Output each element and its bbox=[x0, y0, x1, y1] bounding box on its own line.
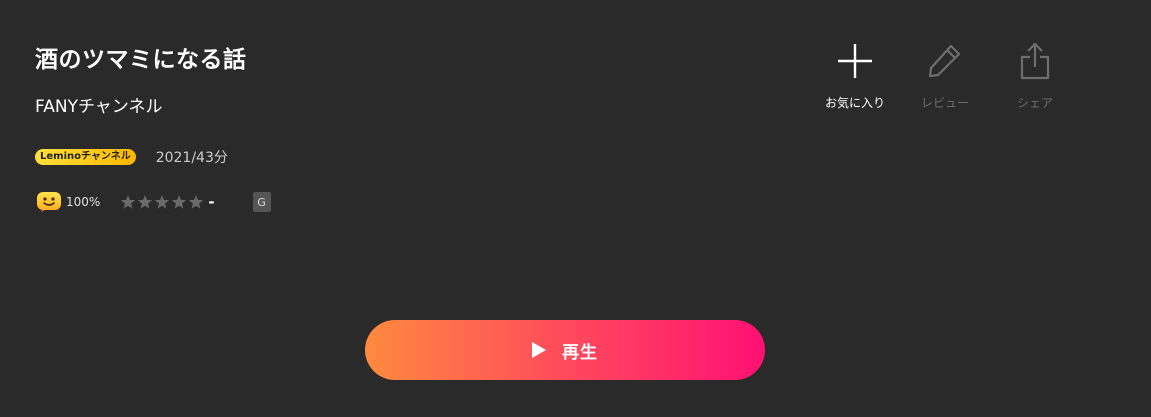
share-icon bbox=[1020, 42, 1050, 80]
review-label: レビュー bbox=[920, 96, 969, 110]
share-button[interactable]: シェア bbox=[1000, 40, 1070, 111]
star-icon bbox=[155, 195, 170, 209]
rating-row: 100% - G bbox=[35, 188, 271, 216]
review-button[interactable]: レビュー bbox=[910, 40, 980, 111]
star-icon bbox=[189, 195, 204, 209]
play-icon bbox=[532, 342, 546, 358]
play-button[interactable]: 再生 bbox=[365, 320, 765, 380]
favorite-label: お気に入り bbox=[824, 96, 885, 110]
star-rating bbox=[120, 194, 205, 210]
star-icon bbox=[172, 195, 187, 209]
meta-row: Leminoチャンネル 2021/43分 bbox=[35, 146, 228, 168]
favorite-button[interactable]: お気に入り bbox=[820, 40, 890, 111]
lemino-channel-badge: Leminoチャンネル bbox=[35, 149, 136, 165]
pencil-icon bbox=[928, 44, 961, 78]
share-label: シェア bbox=[1016, 96, 1053, 110]
star-icon bbox=[121, 195, 136, 209]
age-rating-badge: G bbox=[252, 192, 271, 212]
smiley-face-icon bbox=[37, 192, 61, 212]
plus-icon bbox=[838, 44, 872, 78]
play-label: 再生 bbox=[562, 342, 598, 363]
star-icon bbox=[138, 195, 153, 209]
page-title: 酒のツマミになる話 bbox=[35, 47, 247, 73]
star-score: - bbox=[208, 193, 215, 211]
year-duration: 2021/43分 bbox=[155, 150, 228, 166]
channel-name: FANYチャンネル bbox=[35, 97, 163, 117]
like-percentage: 100% bbox=[66, 195, 101, 209]
